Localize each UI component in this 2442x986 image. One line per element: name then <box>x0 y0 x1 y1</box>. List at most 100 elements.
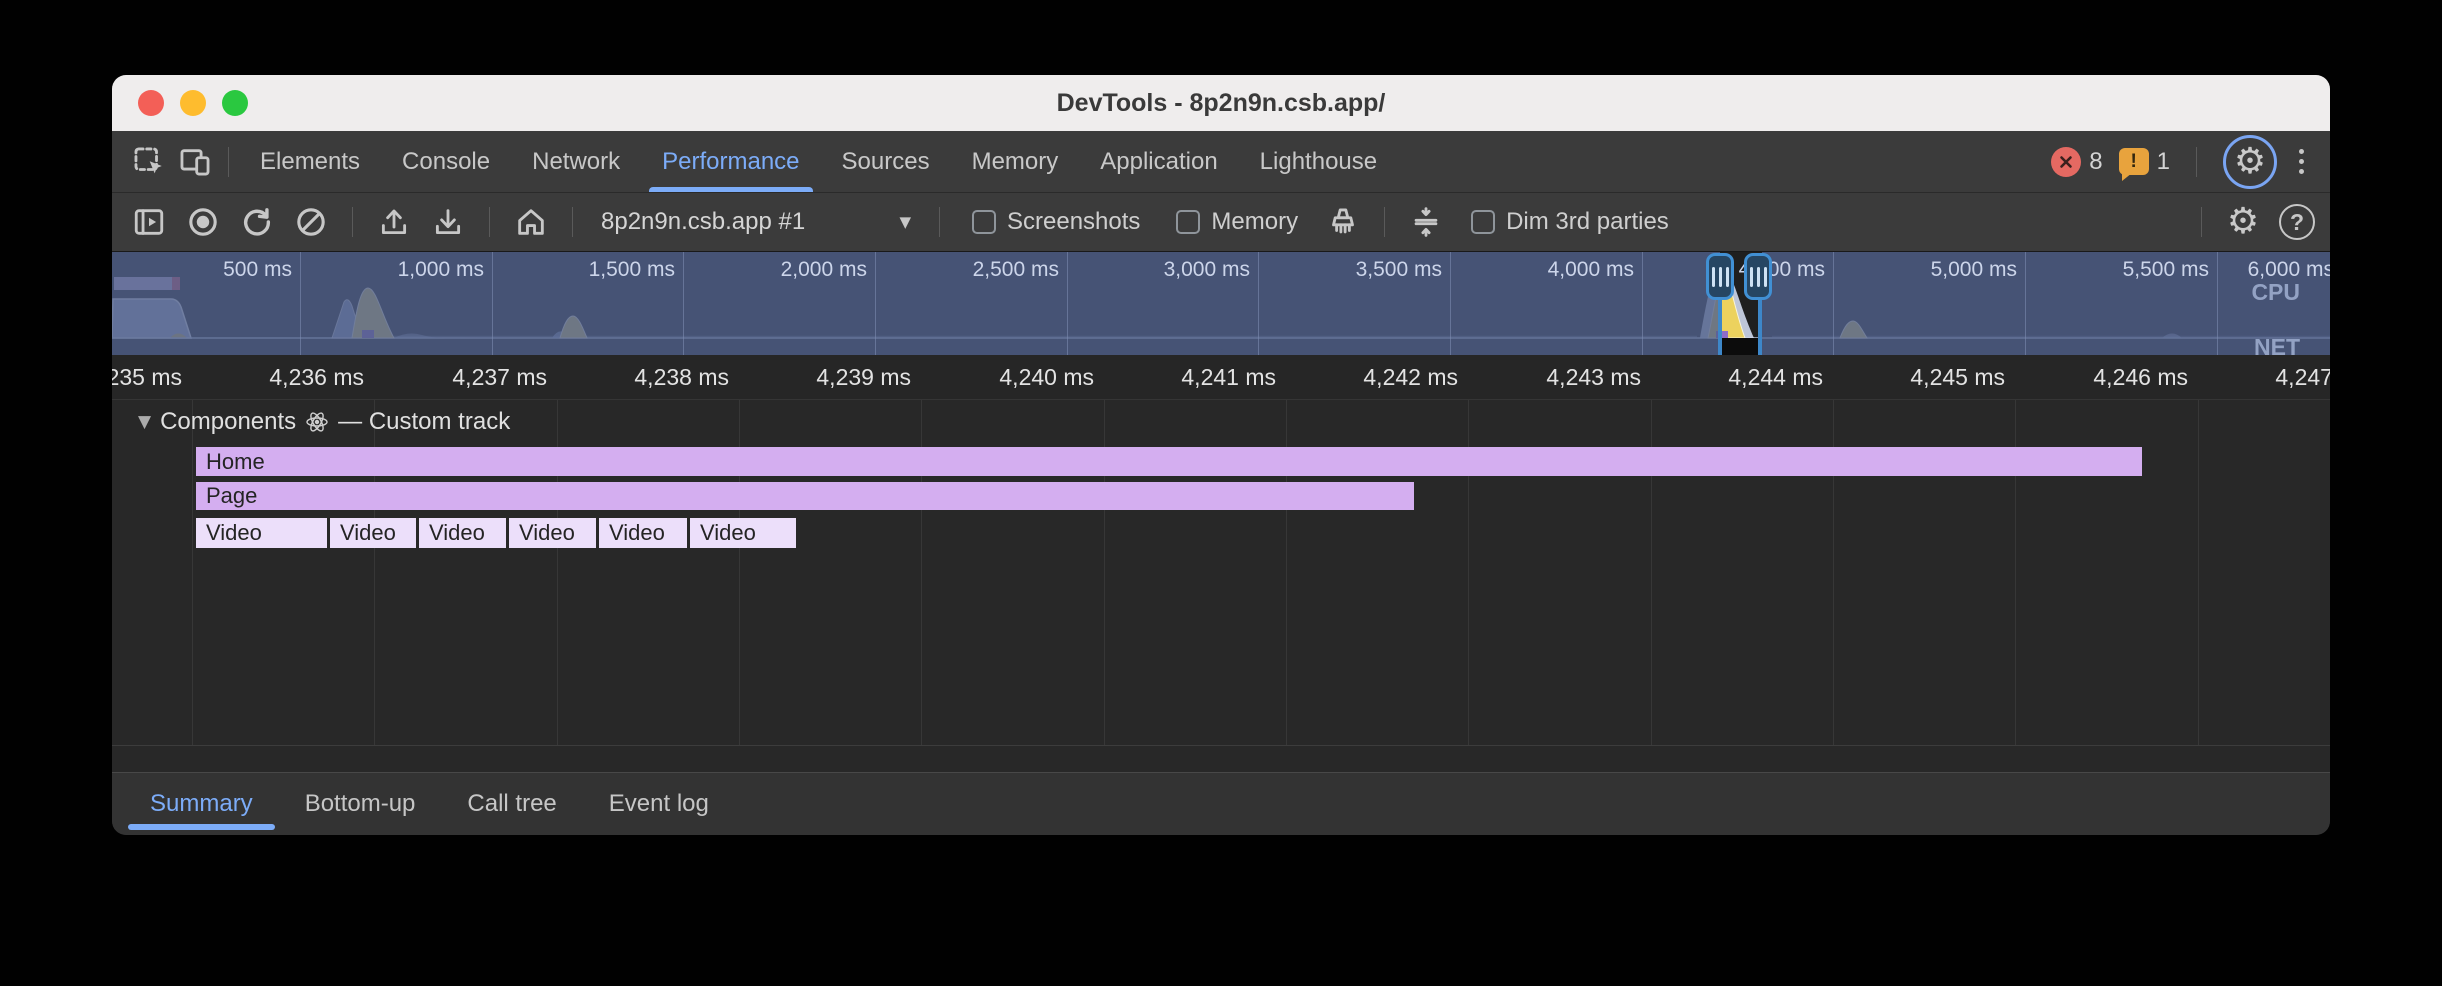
tab-summary[interactable]: Summary <box>124 773 279 835</box>
ruler-tick-label: 4,246 ms <box>2008 355 2188 400</box>
overview-time-label: 4,000 ms <box>1454 258 1634 282</box>
panel-left-icon <box>132 205 166 239</box>
ruler-tick-label: 4,239 ms <box>731 355 911 400</box>
window-title: DevTools - 8p2n9n.csb.app/ <box>112 89 2330 118</box>
dim-3rd-parties-label: Dim 3rd parties <box>1506 208 1669 236</box>
help-button[interactable]: ? <box>2274 199 2320 245</box>
ruler-tick-label: 4,237 ms <box>367 355 547 400</box>
overview-time-label: 1,500 ms <box>495 258 675 282</box>
console-errors-badge[interactable]: 8 <box>2051 147 2102 177</box>
overview-gridline <box>1067 252 1068 355</box>
tab-lighthouse[interactable]: Lighthouse <box>1239 131 1398 192</box>
issue-count: 1 <box>2157 148 2170 176</box>
chevron-down-icon: ▼ <box>899 213 911 231</box>
error-icon <box>2051 147 2081 177</box>
session-name: 8p2n9n.csb.app #1 <box>601 208 805 236</box>
memory-toggle[interactable]: Memory <box>1176 208 1298 236</box>
custom-track-header[interactable]: ▼ Components — Custom track <box>138 408 510 436</box>
inspect-element-button[interactable] <box>126 139 172 185</box>
track-canvas[interactable]: ▼ Components — Custom track Home Page Vi… <box>112 400 2330 772</box>
more-options-button[interactable] <box>2293 149 2310 174</box>
tab-call-tree[interactable]: Call tree <box>441 773 582 835</box>
load-profile-button[interactable] <box>371 199 417 245</box>
selection-left-handle[interactable] <box>1706 253 1734 300</box>
canvas-bottom-line <box>112 745 2330 746</box>
download-icon <box>431 205 465 239</box>
issues-badge[interactable]: ! 1 <box>2119 148 2170 176</box>
track-entry-video[interactable]: Video <box>599 518 687 548</box>
ruler-tick-label: 4,236 ms <box>184 355 364 400</box>
block-icon <box>294 205 328 239</box>
track-entry-video[interactable]: Video <box>330 518 416 548</box>
atom-icon <box>305 410 329 434</box>
record-button[interactable] <box>180 199 226 245</box>
details-tabbar: Summary Bottom-up Call tree Event log <box>112 772 2330 835</box>
overview-gridline <box>300 252 301 355</box>
track-entry-video[interactable]: Video <box>690 518 796 548</box>
divider <box>572 207 573 237</box>
tab-memory[interactable]: Memory <box>951 131 1080 192</box>
dim-3rd-parties-checkbox[interactable] <box>1471 210 1495 234</box>
screenshots-checkbox[interactable] <box>972 210 996 234</box>
screenshots-toggle[interactable]: Screenshots <box>972 208 1140 236</box>
memory-checkbox[interactable] <box>1176 210 1200 234</box>
overview-gridline <box>492 252 493 355</box>
track-entry-page[interactable]: Page <box>196 482 1414 510</box>
overview-gridline <box>1833 252 1834 355</box>
device-toolbar-button[interactable] <box>172 139 218 185</box>
timeline-overview[interactable]: 500 ms 1,000 ms 1,500 ms 2,000 ms 2,500 … <box>112 252 2330 355</box>
session-selector[interactable]: 8p2n9n.csb.app #1 ▼ <box>591 208 921 236</box>
save-profile-button[interactable] <box>425 199 471 245</box>
tab-bottom-up[interactable]: Bottom-up <box>279 773 442 835</box>
clear-button[interactable] <box>288 199 334 245</box>
selection-right-handle[interactable] <box>1744 253 1772 300</box>
inspect-cursor-icon <box>132 145 166 179</box>
ruler-tick-label: 4,247 ms <box>2190 355 2330 400</box>
overview-gridline <box>2025 252 2026 355</box>
ruler-tick-label: 4,244 ms <box>1643 355 1823 400</box>
divider <box>489 207 490 237</box>
x-icon <box>2058 154 2074 170</box>
tabbar-right-cluster: 8 ! 1 ⚙ <box>2051 135 2330 189</box>
device-toolbar-icon <box>178 145 212 179</box>
tab-console[interactable]: Console <box>381 131 511 192</box>
overview-time-label: 2,000 ms <box>687 258 867 282</box>
tab-performance[interactable]: Performance <box>641 131 820 192</box>
tab-application[interactable]: Application <box>1079 131 1238 192</box>
tab-event-log[interactable]: Event log <box>583 773 735 835</box>
collect-garbage-button[interactable] <box>1320 199 1366 245</box>
toggle-sidebar-button[interactable] <box>126 199 172 245</box>
ruler-tick-label: 4,243 ms <box>1461 355 1641 400</box>
overview-time-label: 5,000 ms <box>1837 258 2017 282</box>
tab-elements[interactable]: Elements <box>239 131 381 192</box>
ruler-tick-label: 4,238 ms <box>549 355 729 400</box>
settings-button-focused[interactable]: ⚙ <box>2223 135 2277 189</box>
track-entry-video[interactable]: Video <box>419 518 506 548</box>
track-entry-home[interactable]: Home <box>196 447 2142 476</box>
track-entry-video[interactable]: Video <box>509 518 596 548</box>
tab-selected-underline <box>649 187 812 192</box>
overview-time-label: 3,000 ms <box>1070 258 1250 282</box>
broom-icon <box>1326 205 1360 239</box>
canvas-gridline <box>192 400 193 745</box>
tab-sources[interactable]: Sources <box>821 131 951 192</box>
shortcut-dialog-button[interactable] <box>1403 199 1449 245</box>
collapse-caret-icon[interactable]: ▼ <box>138 412 151 432</box>
divider <box>1384 207 1385 237</box>
overview-gridline <box>1258 252 1259 355</box>
dim-3rd-parties-toggle[interactable]: Dim 3rd parties <box>1471 208 1669 236</box>
capture-settings-button[interactable]: ⚙ <box>2220 199 2266 245</box>
overview-gridline <box>1642 252 1643 355</box>
ruler-tick-label: 4,235 ms <box>112 355 182 400</box>
gear-icon: ⚙ <box>2234 144 2266 180</box>
titlebar: DevTools - 8p2n9n.csb.app/ <box>112 75 2330 131</box>
live-metrics-home-button[interactable] <box>508 199 554 245</box>
reload-icon <box>240 205 274 239</box>
tab-summary-label: Summary <box>150 790 253 817</box>
track-entry-video[interactable]: Video <box>196 518 327 548</box>
cpu-lane-label: CPU <box>2251 279 2300 306</box>
tab-network[interactable]: Network <box>511 131 641 192</box>
record-and-reload-button[interactable] <box>234 199 280 245</box>
divider <box>2196 147 2197 177</box>
overview-time-label: 6,000 ms <box>2154 258 2330 282</box>
